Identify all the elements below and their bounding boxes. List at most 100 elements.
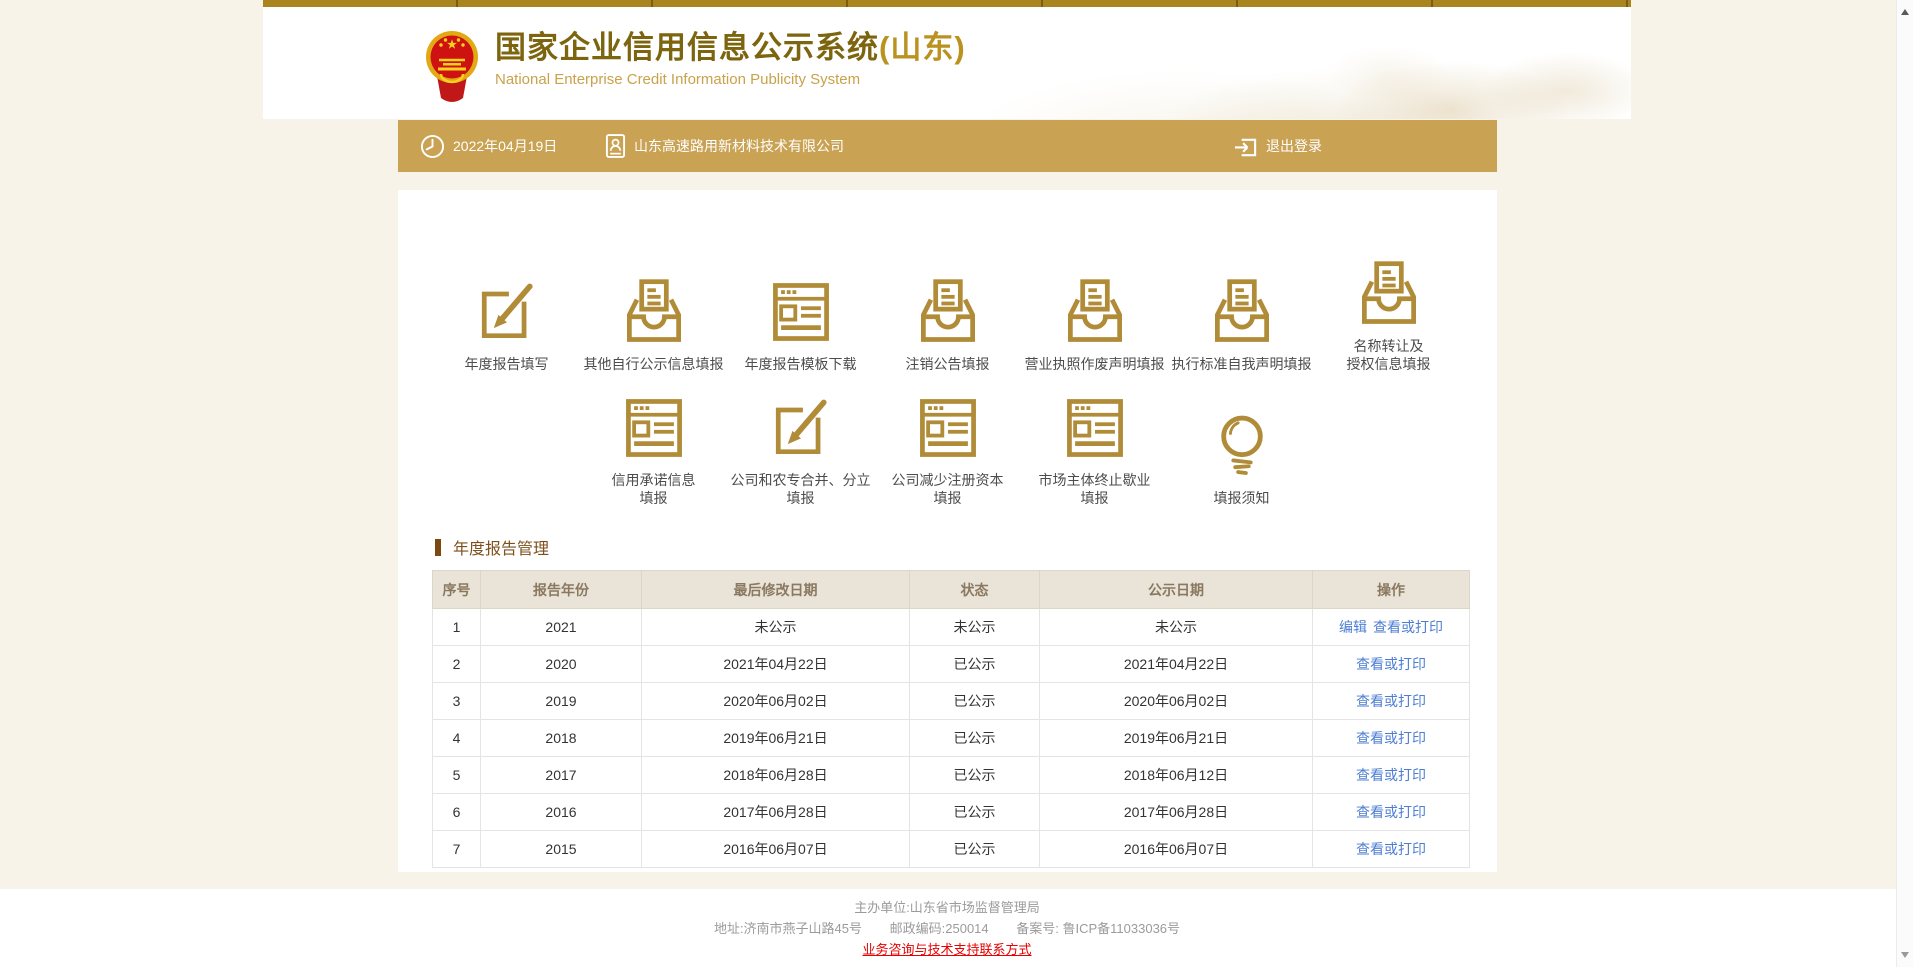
logout-icon xyxy=(1233,134,1258,159)
page-subtitle: National Enterprise Credit Information P… xyxy=(495,71,966,88)
cell-year: 2017 xyxy=(481,757,642,794)
footer-icp: 备案号: 鲁ICP备11033036号 xyxy=(1016,921,1180,936)
table-row: 4 2018 2019年06月21日 已公示 2019年06月21日 查看或打印 xyxy=(433,720,1470,757)
cell-status: 未公示 xyxy=(910,609,1040,646)
shortcut-annual-report-template-download[interactable]: 年度报告模板下载 xyxy=(727,278,874,373)
shortcut-label: 注销公告填报 xyxy=(906,355,990,373)
footer-organizer: 主办单位:山东省市场监督管理局 xyxy=(263,897,1631,918)
shortcut-label: 年度报告填写 xyxy=(465,355,549,373)
view-print-link[interactable]: 查看或打印 xyxy=(1356,841,1426,857)
view-print-link[interactable]: 查看或打印 xyxy=(1356,656,1426,672)
view-print-link[interactable]: 查看或打印 xyxy=(1356,804,1426,820)
edit-link[interactable]: 编辑 xyxy=(1339,619,1367,635)
cell-modified: 2017年06月28日 xyxy=(642,794,910,831)
cell-no: 6 xyxy=(433,794,481,831)
shortcut-row-1: 年度报告填写 其他自行公示信息填报 年度报告模板下载 注销公告填报 营业执照作废… xyxy=(398,260,1497,373)
shortcut-filling-instructions[interactable]: 填报须知 xyxy=(1168,412,1315,507)
cell-actions: 查看或打印 xyxy=(1313,757,1470,794)
footer: 主办单位:山东省市场监督管理局 地址:济南市燕子山路45号 邮政编码:25001… xyxy=(0,889,1913,967)
table-row: 7 2015 2016年06月07日 已公示 2016年06月07日 查看或打印 xyxy=(433,831,1470,868)
scrollbar[interactable] xyxy=(1896,0,1913,967)
footer-address: 地址:济南市燕子山路45号 xyxy=(714,921,862,936)
cell-actions: 查看或打印 xyxy=(1313,720,1470,757)
shortcut-label: 年度报告模板下载 xyxy=(745,355,857,373)
template-page-icon xyxy=(765,278,837,346)
cell-actions: 查看或打印 xyxy=(1313,683,1470,720)
footer-postcode: 邮政编码:250014 xyxy=(890,921,989,936)
inbox-document-icon xyxy=(912,278,984,346)
logout-label: 退出登录 xyxy=(1266,136,1322,156)
cell-actions: 查看或打印 xyxy=(1313,646,1470,683)
date-text: 2022年04月19日 xyxy=(453,136,557,156)
shortcut-label: 填报须知 xyxy=(1214,489,1270,507)
table-row: 6 2016 2017年06月28日 已公示 2017年06月28日 查看或打印 xyxy=(433,794,1470,831)
cell-published: 2017年06月28日 xyxy=(1040,794,1313,831)
pencil-edit-icon xyxy=(471,278,543,346)
view-print-link[interactable]: 查看或打印 xyxy=(1356,730,1426,746)
support-contact-link[interactable]: 业务咨询与技术支持联系方式 xyxy=(862,942,1031,957)
shortcut-label: 名称转让及 授权信息填报 xyxy=(1347,337,1431,373)
clock-icon xyxy=(420,134,445,159)
logout-button[interactable]: 退出登录 xyxy=(1233,120,1322,172)
view-print-link[interactable]: 查看或打印 xyxy=(1373,619,1443,635)
view-print-link[interactable]: 查看或打印 xyxy=(1356,693,1426,709)
shortcut-label: 营业执照作废声明填报 xyxy=(1025,355,1165,373)
cell-year: 2016 xyxy=(481,794,642,831)
col-header-no: 序号 xyxy=(433,571,481,609)
section-title: 年度报告管理 xyxy=(453,535,549,559)
shortcut-capital-reduction-fill[interactable]: 公司减少注册资本 填报 xyxy=(874,394,1021,507)
cell-actions: 编辑查看或打印 xyxy=(1313,609,1470,646)
cell-modified: 2021年04月22日 xyxy=(642,646,910,683)
shortcut-credit-commitment-fill[interactable]: 信用承诺信息 填报 xyxy=(580,394,727,507)
header: 国家企业信用信息公示系统(山东) National Enterprise Cre… xyxy=(263,7,1631,119)
table-row: 5 2017 2018年06月28日 已公示 2018年06月12日 查看或打印 xyxy=(433,757,1470,794)
shortcut-company-merger-division-fill[interactable]: 公司和农专合并、分立 填报 xyxy=(727,394,874,507)
inbox-document-icon xyxy=(618,278,690,346)
cell-published: 2019年06月21日 xyxy=(1040,720,1313,757)
view-print-link[interactable]: 查看或打印 xyxy=(1356,767,1426,783)
cell-status: 已公示 xyxy=(910,720,1040,757)
shortcut-business-license-void-declaration[interactable]: 营业执照作废声明填报 xyxy=(1021,278,1168,373)
shortcut-other-publicity-info-fill[interactable]: 其他自行公示信息填报 xyxy=(580,278,727,373)
lightbulb-icon xyxy=(1215,412,1269,480)
shortcut-business-suspension-fill[interactable]: 市场主体终止歇业 填报 xyxy=(1021,394,1168,507)
cell-modified: 2019年06月21日 xyxy=(642,720,910,757)
table-row: 3 2019 2020年06月02日 已公示 2020年06月02日 查看或打印 xyxy=(433,683,1470,720)
shortcut-cancellation-announcement-fill[interactable]: 注销公告填报 xyxy=(874,278,1021,373)
col-header-year: 报告年份 xyxy=(481,571,642,609)
annual-report-table: 序号 报告年份 最后修改日期 状态 公示日期 操作 1 2021 未公示 未公示… xyxy=(432,570,1470,868)
cell-modified: 2016年06月07日 xyxy=(642,831,910,868)
shortcut-label: 市场主体终止歇业 填报 xyxy=(1039,471,1151,507)
section-header: 年度报告管理 xyxy=(435,535,549,559)
template-page-icon xyxy=(618,394,690,462)
template-page-icon xyxy=(1059,394,1131,462)
cell-actions: 查看或打印 xyxy=(1313,794,1470,831)
page-title: 国家企业信用信息公示系统(山东) xyxy=(495,29,966,67)
cell-year: 2020 xyxy=(481,646,642,683)
cell-published: 未公示 xyxy=(1040,609,1313,646)
shortcut-annual-report-fill[interactable]: 年度报告填写 xyxy=(433,278,580,373)
national-emblem-icon xyxy=(425,30,479,106)
user-bar: 2022年04月19日 山东高速路用新材料技术有限公司 退出登录 xyxy=(398,120,1497,172)
scroll-down-arrow-icon[interactable] xyxy=(1901,952,1909,958)
cell-published: 2020年06月02日 xyxy=(1040,683,1313,720)
logged-in-company: 山东高速路用新材料技术有限公司 xyxy=(605,120,844,172)
table-header-row: 序号 报告年份 最后修改日期 状态 公示日期 操作 xyxy=(433,571,1470,609)
cell-no: 3 xyxy=(433,683,481,720)
cell-status: 已公示 xyxy=(910,646,1040,683)
shortcut-execution-standard-self-declaration[interactable]: 执行标准自我声明填报 xyxy=(1168,278,1315,373)
shortcut-label: 公司和农专合并、分立 填报 xyxy=(731,471,871,507)
pencil-edit-icon xyxy=(765,394,837,462)
shortcut-row-2: 信用承诺信息 填报 公司和农专合并、分立 填报 公司减少注册资本 填报 市场主体… xyxy=(398,394,1497,507)
company-badge-icon xyxy=(605,133,626,159)
scroll-up-arrow-icon[interactable] xyxy=(1901,9,1909,15)
cell-status: 已公示 xyxy=(910,683,1040,720)
cell-status: 已公示 xyxy=(910,831,1040,868)
cell-no: 2 xyxy=(433,646,481,683)
cell-modified: 2020年06月02日 xyxy=(642,683,910,720)
col-header-actions: 操作 xyxy=(1313,571,1470,609)
table-row: 1 2021 未公示 未公示 未公示 编辑查看或打印 xyxy=(433,609,1470,646)
section-marker-bar xyxy=(435,539,441,556)
shortcut-name-transfer-authorization-fill[interactable]: 名称转让及 授权信息填报 xyxy=(1315,260,1462,373)
footer-contact-line: 地址:济南市燕子山路45号 邮政编码:250014 备案号: 鲁ICP备1103… xyxy=(263,918,1631,939)
